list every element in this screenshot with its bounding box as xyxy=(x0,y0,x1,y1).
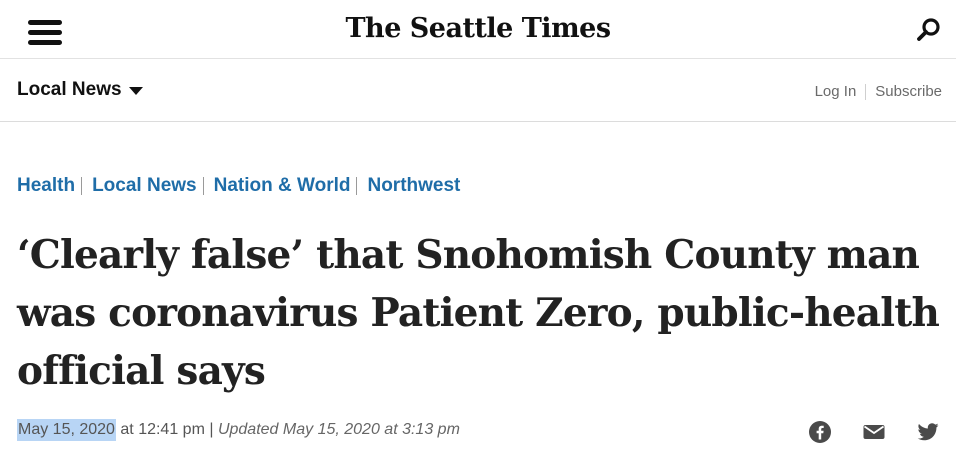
dateline-separator: | xyxy=(204,421,218,438)
tag-health[interactable]: Health xyxy=(17,175,75,197)
subscribe-link[interactable]: Subscribe xyxy=(875,83,942,100)
section-dropdown[interactable]: Local News xyxy=(17,79,143,101)
published-date: May 15, 2020 xyxy=(17,419,116,441)
tag-divider xyxy=(81,177,83,195)
tag-local-news[interactable]: Local News xyxy=(92,175,197,197)
published-time: at 12:41 pm xyxy=(115,421,205,438)
tag-divider xyxy=(356,177,358,195)
twitter-icon[interactable] xyxy=(916,420,940,444)
chevron-down-icon xyxy=(128,87,143,95)
search-icon[interactable] xyxy=(916,17,942,43)
article-headline: ‘Clearly false’ that Snohomish County ma… xyxy=(17,232,940,394)
share-tools xyxy=(808,420,940,444)
site-header: The Seattle Times xyxy=(0,0,956,59)
topic-tags: Health Local News Nation & World Northwe… xyxy=(17,175,460,197)
email-icon[interactable] xyxy=(862,420,886,444)
account-links: Log In Subscribe xyxy=(815,83,942,100)
facebook-icon[interactable] xyxy=(808,420,832,444)
article-dateline: May 15, 2020 at 12:41 pm | Updated May 1… xyxy=(17,418,460,442)
section-title: Local News xyxy=(17,79,122,100)
site-logo[interactable]: The Seattle Times xyxy=(0,13,956,44)
divider xyxy=(865,83,867,100)
section-bar: Local News Log In Subscribe xyxy=(0,59,956,122)
login-link[interactable]: Log In xyxy=(815,83,857,100)
tag-nation-world[interactable]: Nation & World xyxy=(214,175,351,197)
tag-divider xyxy=(202,177,204,195)
updated-timestamp: Updated May 15, 2020 at 3:13 pm xyxy=(217,421,460,438)
tag-northwest[interactable]: Northwest xyxy=(367,175,460,197)
